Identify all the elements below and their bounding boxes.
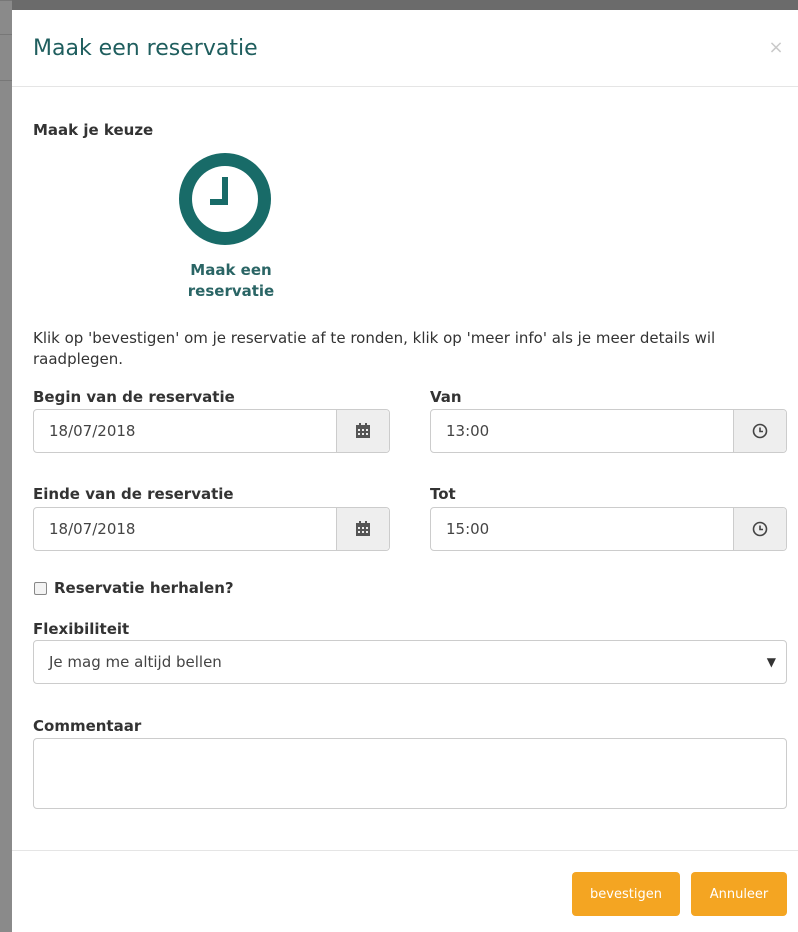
caret-down-icon: ▼ [766,655,776,669]
reservation-choice-tile[interactable]: Maak een reservatie [172,152,290,312]
end-time-label: Tot [430,485,456,503]
repeat-checkbox[interactable] [34,581,47,595]
flexibility-selected-value: Je mag me altijd bellen [49,653,222,671]
calendar-icon [356,423,370,438]
end-time-input[interactable]: 15:00 [431,508,733,550]
intro-text: Klik op 'bevestigen' om je reservatie af… [33,329,716,368]
cancel-button[interactable]: Annuleer [691,872,787,916]
end-date-input[interactable]: 18/07/2018 [34,508,336,550]
end-date-label: Einde van de reservatie [33,485,234,503]
reservation-modal: Maak een reservatie × Maak je keuze Maak… [12,10,798,932]
end-time-group: 15:00 [430,507,787,551]
clock-icon [179,153,271,245]
time-button[interactable] [733,410,786,452]
modal-footer: bevestigen Annuleer [12,850,798,932]
repeat-row: Reservatie herhalen? [34,579,234,597]
choice-label-line1: Maak een [190,261,272,279]
end-date-group: 18/07/2018 [33,507,390,551]
choice-label: Maak een reservatie [172,260,290,302]
repeat-label[interactable]: Reservatie herhalen? [54,579,234,597]
time-button[interactable] [733,508,786,550]
start-date-group: 18/07/2018 [33,409,390,453]
flexibility-label: Flexibiliteit [33,620,130,638]
modal-title: Maak een reservatie [33,36,258,61]
calendar-button[interactable] [336,508,389,550]
time-icon [752,423,768,439]
choice-label-line2: reservatie [187,282,275,300]
comment-textarea[interactable] [33,738,787,809]
start-date-input[interactable]: 18/07/2018 [34,410,336,452]
comment-label: Commentaar [33,717,142,735]
confirm-button[interactable]: bevestigen [572,872,680,916]
modal-header: Maak een reservatie × [12,10,798,87]
start-date-label: Begin van de reservatie [33,388,235,406]
flexibility-select[interactable]: Je mag me altijd bellen ▼ [33,640,787,684]
calendar-icon [356,521,370,536]
page-backdrop [0,0,12,932]
time-icon [752,521,768,537]
calendar-button[interactable] [336,410,389,452]
start-time-input[interactable]: 13:00 [431,410,733,452]
start-time-label: Van [430,388,462,406]
choice-heading: Maak je keuze [33,121,154,139]
start-time-group: 13:00 [430,409,787,453]
close-button[interactable]: × [766,36,786,60]
